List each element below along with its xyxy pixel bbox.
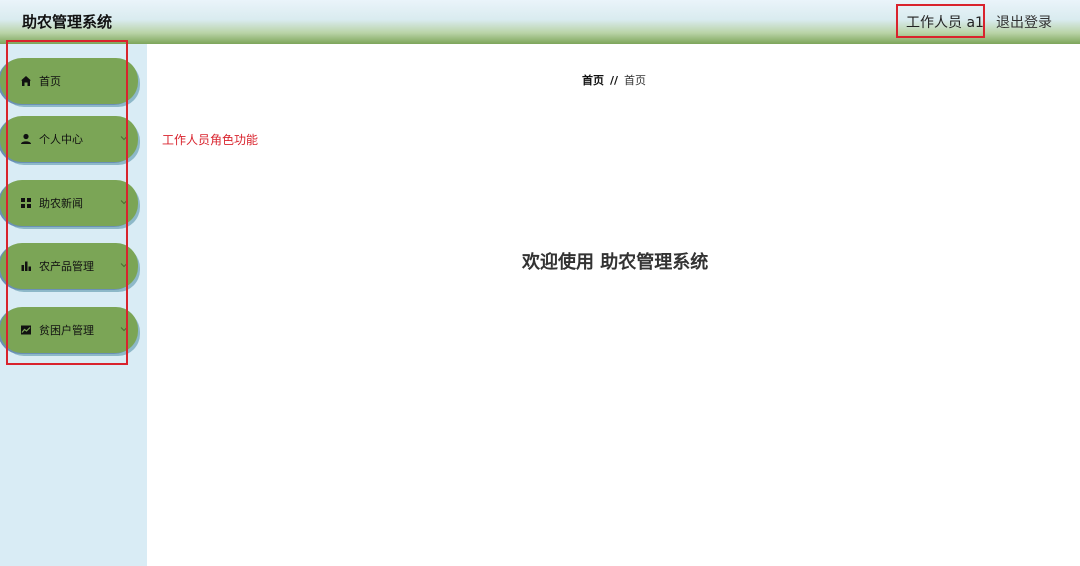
role-function-note: 工作人员角色功能 bbox=[162, 133, 259, 147]
breadcrumb: 首页 // 首页 bbox=[582, 72, 646, 88]
welcome-message: 欢迎使用 助农管理系统 bbox=[522, 252, 709, 273]
logout-button[interactable]: 退出登录 bbox=[996, 12, 1052, 32]
breadcrumb-separator: // bbox=[610, 74, 619, 87]
breadcrumb-home-link[interactable]: 首页 bbox=[582, 74, 604, 87]
main-content bbox=[147, 44, 1080, 566]
user-highlight-box bbox=[896, 4, 985, 38]
breadcrumb-current: 首页 bbox=[624, 74, 647, 87]
sidebar-highlight-box bbox=[6, 40, 128, 365]
app-title: 助农管理系统 bbox=[22, 13, 113, 31]
